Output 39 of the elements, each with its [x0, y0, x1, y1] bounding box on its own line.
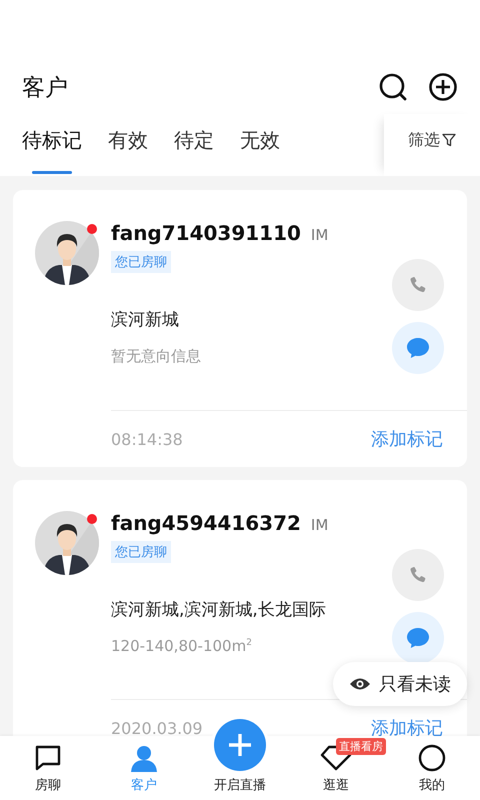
profile-circle-icon — [418, 744, 446, 772]
page-title: 客户 — [22, 74, 68, 102]
call-button[interactable] — [392, 549, 444, 601]
customer-card[interactable]: fang7140391110 IM 您已房聊 滨河新城 暂无意向信息 08:14:38 添加标记 — [13, 190, 467, 467]
chat-icon — [34, 744, 62, 772]
filter-tab[interactable]: 待标记 — [22, 114, 82, 176]
channel-label: IM — [310, 516, 328, 534]
channel-label: IM — [310, 226, 328, 244]
chat-status-tag: 您已房聊 — [111, 251, 171, 273]
chat-bubble-icon — [405, 626, 431, 650]
chat-bubble-icon — [405, 336, 431, 360]
nav-tab[interactable]: 房聊 — [0, 736, 96, 800]
unread-only-toggle[interactable]: 只看未读 — [333, 662, 467, 706]
chat-status-tag: 您已房聊 — [111, 541, 171, 563]
eye-icon — [349, 676, 371, 692]
message-button[interactable] — [392, 322, 444, 374]
message-button[interactable] — [392, 612, 444, 664]
project-name: 滨河新城 — [111, 309, 179, 331]
customer-name: fang4594416372 — [111, 511, 301, 535]
search-icon[interactable] — [378, 72, 408, 102]
phone-icon — [408, 275, 428, 295]
call-button[interactable] — [392, 259, 444, 311]
project-name: 滨河新城,滨河新城,长龙国际 — [111, 599, 326, 621]
customer-name: fang7140391110 — [111, 221, 301, 245]
nav-tab[interactable]: 我的 — [384, 736, 480, 800]
filter-tab[interactable]: 待定 — [174, 114, 214, 176]
phone-icon — [408, 565, 428, 585]
add-icon[interactable] — [428, 72, 458, 102]
nav-tab[interactable]: 直播看房 逛逛 — [288, 736, 384, 800]
intent-info: 暂无意向信息 — [111, 347, 201, 366]
live-badge: 直播看房 — [336, 738, 386, 755]
filter-tab[interactable]: 有效 — [108, 114, 148, 176]
filter-button[interactable]: 筛选 — [384, 114, 480, 176]
filter-tab[interactable]: 无效 — [240, 114, 280, 176]
funnel-icon — [442, 133, 456, 147]
timestamp: 2020.03.09 — [111, 718, 203, 736]
intent-info: 120-140,80-100m$^{2}$ — [111, 637, 252, 655]
person-icon — [130, 744, 158, 772]
timestamp: 08:14:38 — [111, 430, 183, 448]
